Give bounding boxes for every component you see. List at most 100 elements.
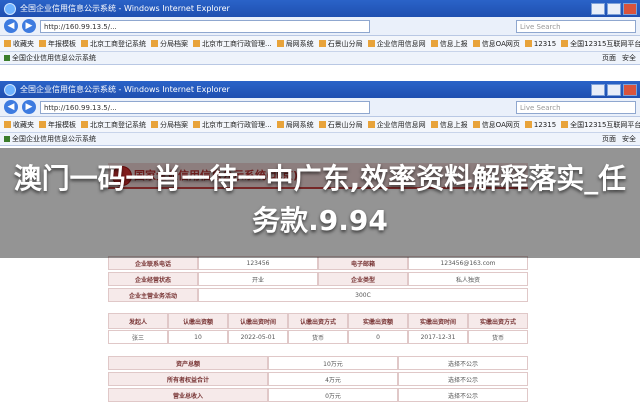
ie-logo-icon [4, 83, 16, 96]
page-icon [367, 40, 375, 47]
page-icon [151, 121, 158, 128]
field-value: 开业 [198, 272, 318, 286]
column-header: 认缴出资时间 [228, 313, 288, 329]
fav-item[interactable]: 北京工商登记系统 [81, 120, 146, 130]
safety-menu[interactable]: 安全 [622, 53, 636, 63]
fav-item[interactable]: 信息上报 [430, 39, 468, 49]
field-value: 300C [198, 288, 528, 302]
page-menu[interactable]: 页面 [602, 53, 616, 63]
table-cell: 10 [168, 330, 228, 344]
title-bar: 全国企业信用信息公示系统 - Windows Internet Explorer [0, 0, 640, 17]
fav-item[interactable]: 企业信用信息网 [367, 120, 426, 130]
fav-item[interactable]: 信息OA网页 [472, 39, 520, 49]
page-icon [81, 121, 88, 128]
page-icon [524, 40, 532, 47]
page-icon [430, 40, 438, 47]
minimize-button[interactable] [591, 83, 605, 96]
table-cell: 货币 [468, 330, 528, 344]
fav-item[interactable]: 12315 [524, 121, 556, 129]
fav-item[interactable]: 分局档案 [151, 39, 188, 49]
page-icon [276, 40, 284, 47]
tab-current[interactable]: 全国企业信用信息公示系统 [4, 53, 96, 63]
forward-icon[interactable]: ▶ [22, 19, 36, 33]
favorites-bar: 收藏夹 年报模板 北京工商登记系统 分局档案 北京市工商行政管理... 局网系统… [0, 36, 640, 52]
tab-bar: 全国企业信用信息公示系统 页面 安全 [0, 133, 640, 146]
fav-item[interactable]: 12315 [524, 40, 556, 48]
column-header: 实缴出资方式 [468, 313, 528, 329]
fav-item[interactable]: 年报模板 [39, 120, 76, 130]
field-label: 所有者权益合计 [108, 372, 268, 386]
field-label: 资产总额 [108, 356, 268, 370]
favorites-bar: 收藏夹 年报模板 北京工商登记系统 分局档案 北京市工商行政管理... 局网系统… [0, 117, 640, 133]
finance-row: 资产总额 10万元 选择不公示 [108, 356, 528, 370]
page-icon [151, 40, 158, 47]
field-label: 营业总收入 [108, 388, 268, 402]
page-icon [193, 121, 200, 128]
star-icon [4, 40, 11, 47]
fav-item[interactable]: 年报模板 [39, 39, 76, 49]
page-icon [39, 121, 46, 128]
fav-item[interactable]: 北京工商登记系统 [81, 39, 146, 49]
fav-item[interactable]: 信息OA网页 [472, 120, 520, 130]
fav-item[interactable]: 分局档案 [151, 120, 188, 130]
title-bar: 全国企业信用信息公示系统 - Windows Internet Explorer [0, 81, 640, 98]
maximize-button[interactable] [607, 2, 621, 15]
column-header: 认缴出资额 [168, 313, 228, 329]
ie-logo-icon [4, 2, 16, 15]
table-header-row: 发起人 认缴出资额 认缴出资时间 认缴出资方式 实缴出资额 实缴出资时间 实缴出… [108, 313, 528, 329]
page-menu[interactable]: 页面 [602, 134, 616, 144]
page-icon [472, 121, 480, 128]
search-input[interactable]: Live Search [516, 100, 636, 114]
page-icon [81, 40, 88, 47]
close-button[interactable] [623, 83, 637, 96]
fav-item[interactable]: 局网系统 [276, 120, 314, 130]
fav-item[interactable]: 收藏夹 [4, 39, 34, 49]
tab-bar: 全国企业信用信息公示系统 页面 安全 [0, 52, 640, 65]
fav-item[interactable]: 石景山分局 [318, 120, 363, 130]
field-label: 企业联系电话 [108, 256, 198, 270]
field-label: 电子邮箱 [318, 256, 408, 270]
fav-item[interactable]: 北京市工商行政管理... [193, 39, 272, 49]
info-row: 企业主营业务活动 300C [108, 288, 528, 302]
page-content-strip [0, 65, 640, 79]
info-row: 企业经营状态 开业 企业类型 私人独资 [108, 272, 528, 286]
site-icon [4, 55, 10, 61]
field-value: 123456 [198, 256, 318, 270]
field-value: 123456@163.com [408, 256, 528, 270]
url-input[interactable]: http://160.99.13.5/... [40, 100, 370, 114]
page-icon [430, 121, 438, 128]
page-icon [318, 40, 326, 47]
forward-icon[interactable]: ▶ [22, 100, 36, 114]
search-input[interactable]: Live Search [516, 19, 636, 33]
safety-menu[interactable]: 安全 [622, 134, 636, 144]
fav-item[interactable]: 收藏夹 [4, 120, 34, 130]
field-value: 10万元 [268, 356, 398, 370]
page-icon [561, 40, 569, 47]
page-icon [276, 121, 284, 128]
fav-item[interactable]: 全国12315互联网平台 [561, 120, 640, 130]
fav-item[interactable]: 企业信用信息网 [367, 39, 426, 49]
fav-item[interactable]: 全国12315互联网平台 [561, 39, 640, 49]
table-cell: 0 [348, 330, 408, 344]
maximize-button[interactable] [607, 83, 621, 96]
column-header: 实缴出资时间 [408, 313, 468, 329]
fav-item[interactable]: 信息上报 [430, 120, 468, 130]
finance-row: 所有者权益合计 4万元 选择不公示 [108, 372, 528, 386]
field-label: 企业经营状态 [108, 272, 198, 286]
fav-item[interactable]: 局网系统 [276, 39, 314, 49]
url-input[interactable]: http://160.99.13.5/... [40, 19, 370, 33]
minimize-button[interactable] [591, 2, 605, 15]
tab-current[interactable]: 全国企业信用信息公示系统 [4, 134, 96, 144]
field-value: 选择不公示 [398, 372, 528, 386]
table-cell: 2017-12-31 [408, 330, 468, 344]
fav-item[interactable]: 石景山分局 [318, 39, 363, 49]
fav-item[interactable]: 北京市工商行政管理... [193, 120, 272, 130]
page-icon [318, 121, 326, 128]
table-cell: 2022-05-01 [228, 330, 288, 344]
back-icon[interactable]: ◀ [4, 19, 18, 33]
finance-row: 营业总收入 0万元 选择不公示 [108, 388, 528, 402]
field-label: 企业主营业务活动 [108, 288, 198, 302]
site-icon [4, 136, 10, 142]
close-button[interactable] [623, 2, 637, 15]
back-icon[interactable]: ◀ [4, 100, 18, 114]
